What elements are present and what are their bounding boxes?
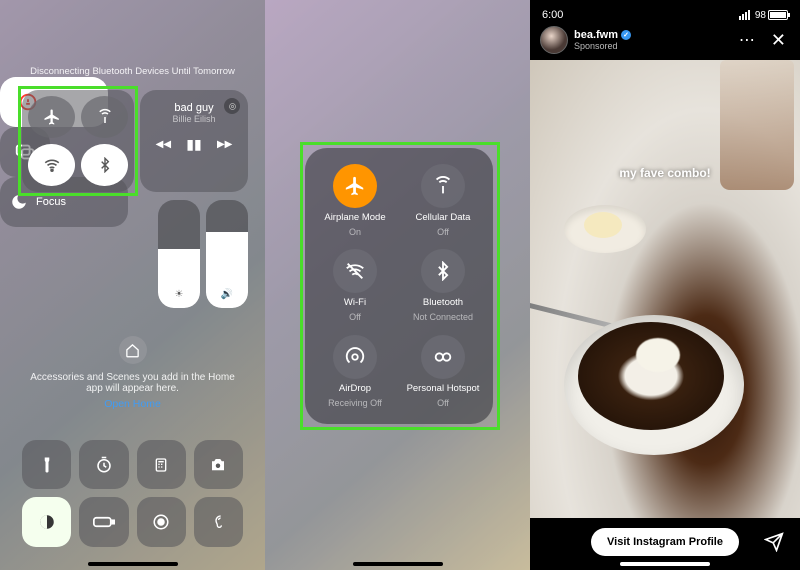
calculator-button[interactable] — [137, 440, 186, 489]
bluetooth-icon — [97, 157, 113, 173]
airplane-mode-toggle[interactable] — [28, 96, 75, 138]
banner-text: Disconnecting Bluetooth Devices Until To… — [0, 0, 265, 77]
control-center-collapsed: Disconnecting Bluetooth Devices Until To… — [0, 0, 265, 570]
pause-button[interactable]: ▮▮ — [186, 136, 201, 153]
wifi-off-icon — [344, 260, 366, 282]
bluetooth-item[interactable]: Bluetooth Not Connected — [401, 245, 485, 326]
home-text: Accessories and Scenes you add in the Ho… — [28, 372, 237, 394]
cellular-icon — [96, 108, 114, 126]
send-button[interactable] — [764, 532, 784, 557]
bluetooth-icon — [433, 261, 453, 281]
hearing-button[interactable] — [194, 497, 243, 546]
connectivity-expanded: Airplane Mode On Cellular Data Off Wi-Fi… — [305, 148, 493, 424]
moon-icon — [10, 193, 28, 211]
close-button[interactable]: ✕ — [767, 30, 790, 51]
airdrop-label: AirDrop — [339, 383, 371, 394]
hotspot-item[interactable]: Personal Hotspot Off — [401, 331, 485, 412]
caption: my fave combo! — [530, 166, 800, 180]
airplane-mode-item[interactable]: Airplane Mode On — [313, 160, 397, 241]
story-photo[interactable]: my fave combo! — [530, 60, 800, 518]
prev-track-button[interactable]: ◀◀ — [156, 139, 171, 150]
instagram-story: 6:00 98 bea.fwm✓ Sponsored ⋯ ✕ my fave c… — [530, 0, 800, 570]
cellular-icon — [432, 175, 454, 197]
flashlight-icon — [38, 456, 56, 474]
airplane-label: Airplane Mode — [324, 212, 385, 223]
cream — [636, 338, 680, 372]
battery-indicator: 98 — [755, 10, 788, 21]
clock: 6:00 — [542, 9, 563, 21]
story-header: bea.fwm✓ Sponsored ⋯ ✕ — [530, 24, 800, 60]
home-section: Accessories and Scenes you add in the Ho… — [0, 336, 265, 410]
volume-slider[interactable]: 🔊 — [206, 200, 248, 308]
verified-icon: ✓ — [621, 30, 631, 40]
timer-icon — [95, 456, 113, 474]
brightness-slider[interactable]: ☀ — [158, 200, 200, 308]
screenrecord-button[interactable] — [137, 497, 186, 546]
chevron-up-icon[interactable]: ︿ — [659, 520, 671, 537]
record-icon — [152, 513, 170, 531]
hotspot-label: Personal Hotspot — [407, 383, 480, 394]
hotspot-status: Off — [437, 398, 449, 408]
airplay-icon[interactable] — [224, 98, 240, 114]
next-track-button[interactable]: ▶▶ — [217, 139, 232, 150]
home-icon — [119, 336, 147, 364]
flashlight-button[interactable] — [22, 440, 71, 489]
media-tile[interactable]: bad guy Billie Eilish ◀◀ ▮▮ ▶▶ — [140, 90, 248, 192]
sun-icon: ☀ — [158, 289, 200, 300]
lowpower-button[interactable] — [79, 497, 128, 546]
avatar[interactable] — [540, 26, 568, 54]
airplane-icon — [43, 108, 61, 126]
hotspot-icon — [432, 346, 454, 368]
bluetooth-status: Not Connected — [413, 312, 473, 322]
username[interactable]: bea.fwm✓ — [574, 29, 631, 41]
paperplane-icon — [764, 532, 784, 552]
camera-button[interactable] — [194, 440, 243, 489]
wifi-toggle[interactable] — [28, 144, 75, 186]
timer-button[interactable] — [79, 440, 128, 489]
bluetooth-toggle[interactable] — [81, 144, 128, 186]
sponsored-label: Sponsored — [574, 41, 631, 51]
home-indicator[interactable] — [88, 562, 178, 566]
wifi-label: Wi-Fi — [344, 297, 366, 308]
darkmode-button[interactable] — [22, 497, 71, 546]
battery-icon — [93, 515, 115, 529]
airdrop-status: Receiving Off — [328, 398, 382, 408]
wifi-item[interactable]: Wi-Fi Off — [313, 245, 397, 326]
darkmode-icon — [38, 513, 56, 531]
cellular-label: Cellular Data — [416, 212, 471, 223]
cellular-status: Off — [437, 227, 449, 237]
more-button[interactable]: ⋯ — [733, 30, 761, 50]
home-indicator[interactable] — [353, 562, 443, 566]
ear-icon — [210, 513, 226, 531]
open-home-link[interactable]: Open Home — [28, 398, 237, 410]
airdrop-icon — [344, 346, 366, 368]
status-bar: 6:00 98 — [530, 0, 800, 24]
utility-grid — [22, 440, 243, 547]
wifi-icon — [43, 156, 61, 174]
bluetooth-label: Bluetooth — [423, 297, 463, 308]
calculator-icon — [153, 457, 169, 473]
butter — [584, 212, 622, 238]
home-indicator[interactable] — [620, 562, 710, 566]
focus-label: Focus — [36, 196, 66, 208]
wifi-status: Off — [349, 312, 361, 322]
media-artist: Billie Eilish — [148, 114, 240, 124]
airdrop-item[interactable]: AirDrop Receiving Off — [313, 331, 397, 412]
cellular-item[interactable]: Cellular Data Off — [401, 160, 485, 241]
airplane-icon — [344, 175, 366, 197]
speaker-icon: 🔊 — [206, 289, 248, 300]
camera-icon — [209, 456, 227, 474]
signal-icon — [739, 10, 750, 20]
airplane-status: On — [349, 227, 361, 237]
